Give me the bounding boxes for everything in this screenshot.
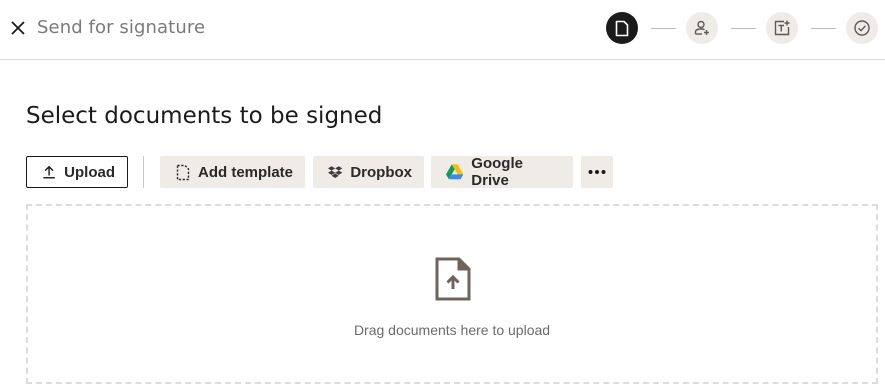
add-template-button[interactable]: Add template — [160, 156, 305, 188]
step-fields[interactable] — [766, 12, 798, 44]
upload-button-label: Upload — [64, 163, 115, 181]
upload-dropzone[interactable]: Drag documents here to upload — [26, 204, 878, 384]
dropbox-label: Dropbox — [350, 163, 412, 181]
document-icon — [615, 20, 629, 36]
upload-icon — [43, 165, 55, 179]
toolbar-divider — [143, 156, 144, 188]
step-recipients[interactable] — [686, 12, 718, 44]
add-fields-icon — [774, 20, 790, 36]
document-upload-icon — [435, 257, 471, 301]
google-drive-button[interactable]: Google Drive — [431, 155, 573, 189]
more-options-button[interactable] — [581, 156, 613, 188]
step-documents[interactable] — [606, 12, 638, 44]
add-recipient-icon — [694, 20, 709, 35]
close-button[interactable] — [6, 16, 30, 40]
upload-button[interactable]: Upload — [26, 156, 128, 188]
dropbox-icon — [328, 166, 343, 179]
more-options-icon — [588, 170, 606, 174]
step-connector — [811, 28, 836, 29]
step-review[interactable] — [846, 12, 878, 44]
header-title: Send for signature — [37, 17, 206, 38]
template-icon — [176, 164, 190, 180]
page-title: Select documents to be signed — [26, 103, 383, 129]
step-connector — [651, 28, 676, 29]
dropbox-button[interactable]: Dropbox — [313, 156, 424, 188]
google-drive-label: Google Drive — [471, 155, 523, 189]
review-check-icon — [854, 20, 870, 36]
close-icon — [11, 21, 25, 35]
google-drive-icon — [446, 164, 464, 180]
dropzone-text: Drag documents here to upload — [353, 322, 551, 338]
add-template-label: Add template — [198, 163, 294, 181]
header-bar: Send for signature — [0, 0, 885, 60]
step-connector — [731, 28, 756, 29]
